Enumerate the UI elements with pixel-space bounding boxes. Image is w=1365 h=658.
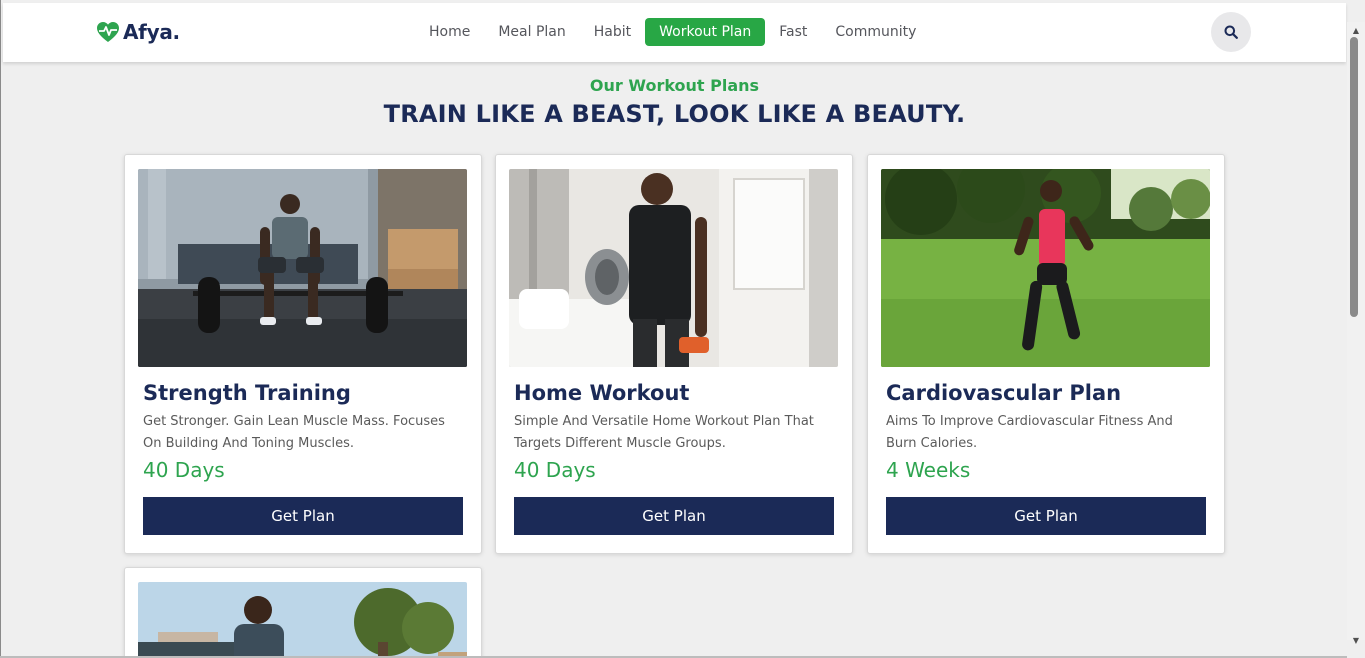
nav-item-fast[interactable]: Fast xyxy=(765,18,821,46)
get-plan-button[interactable]: Get Plan xyxy=(143,497,463,535)
card-title: Strength Training xyxy=(143,381,351,405)
get-plan-button[interactable]: Get Plan xyxy=(886,497,1206,535)
get-plan-button[interactable]: Get Plan xyxy=(514,497,834,535)
nav-item-community[interactable]: Community xyxy=(821,18,930,46)
section-subtitle: Our Workout Plans xyxy=(589,76,760,95)
search-icon xyxy=(1224,25,1238,39)
plan-card-cardio: Cardiovascular Plan Aims To Improve Card… xyxy=(867,154,1225,554)
heart-pulse-icon xyxy=(97,22,119,42)
home-workout-image xyxy=(509,169,838,367)
nav-item-workout-plan[interactable]: Workout Plan xyxy=(645,18,766,46)
card-title: Cardiovascular Plan xyxy=(886,381,1122,405)
nav-item-meal-plan[interactable]: Meal Plan xyxy=(484,18,579,46)
card-duration: 4 Weeks xyxy=(886,458,971,482)
nav-item-home[interactable]: Home xyxy=(415,18,484,46)
brand-name: Afya. xyxy=(123,20,180,44)
outdoor-workout-image xyxy=(138,582,467,658)
nav-item-habit[interactable]: Habit xyxy=(580,18,645,46)
cardiovascular-plan-image xyxy=(881,169,1210,367)
section-title: TRAIN LIKE A BEAST, LOOK LIKE A BEAUTY. xyxy=(383,100,966,128)
plan-card-strength: Strength Training Get Stronger. Gain Lea… xyxy=(124,154,482,554)
card-duration: 40 Days xyxy=(514,458,596,482)
brand-logo[interactable]: Afya. xyxy=(96,20,180,44)
strength-training-image xyxy=(138,169,467,367)
main-nav: Home Meal Plan Habit Workout Plan Fast C… xyxy=(415,18,930,46)
card-description: Aims To Improve Cardiovascular Fitness A… xyxy=(886,414,1173,451)
card-description: Get Stronger. Gain Lean Muscle Mass. Foc… xyxy=(143,414,445,451)
plan-card-home: Home Workout Simple And Versatile Home W… xyxy=(495,154,853,554)
navbar: Afya. Home Meal Plan Habit Workout Plan … xyxy=(3,3,1346,62)
search-button[interactable] xyxy=(1211,12,1251,52)
card-duration: 40 Days xyxy=(143,458,225,482)
scrollbar-thumb[interactable] xyxy=(1350,37,1358,317)
scroll-down-arrow-icon[interactable]: ▼ xyxy=(1349,634,1363,646)
scroll-up-arrow-icon[interactable]: ▲ xyxy=(1349,24,1363,36)
card-description: Simple And Versatile Home Workout Plan T… xyxy=(514,414,814,451)
plan-card-outdoor xyxy=(124,567,482,658)
card-title: Home Workout xyxy=(514,381,690,405)
